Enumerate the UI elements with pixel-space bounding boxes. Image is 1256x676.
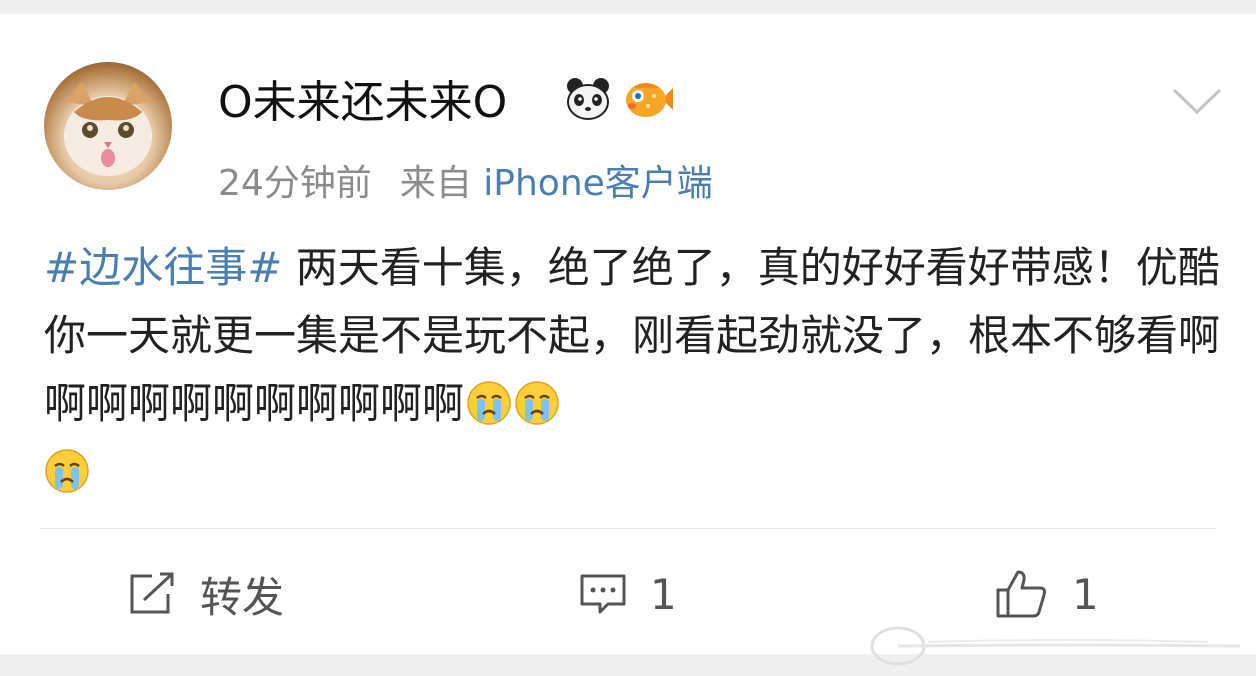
crying-emoji-icon: [45, 449, 89, 493]
divider: [40, 528, 1216, 529]
post-content: #边水往事# 两天看十集，绝了绝了，真的好好看好带感！优酷你一天就更一集是不是玩…: [44, 234, 1224, 506]
post-time: 24分钟前: [218, 163, 372, 204]
watermark-logo: [870, 626, 1241, 666]
like-count: 1: [1072, 569, 1099, 619]
post-card: O未来还未来O 24分钟前 来自 iPhone客户端 #边水往事# 两天看十集，绝…: [0, 14, 1256, 666]
repost-label: 转发: [200, 572, 285, 622]
thumbs-up-icon: [996, 570, 1046, 618]
post-meta: 24分钟前 来自 iPhone客户端: [218, 162, 713, 206]
source-client[interactable]: iPhone客户端: [483, 163, 713, 204]
avatar[interactable]: [44, 62, 172, 190]
crying-emoji-icon: [515, 381, 559, 425]
comment-button[interactable]: 1: [578, 564, 677, 624]
crying-emoji-icon: [467, 381, 511, 425]
repost-button[interactable]: 转发: [126, 564, 284, 624]
share-icon: [130, 572, 174, 614]
username[interactable]: O未来还未来O: [218, 78, 507, 128]
panda-badge-icon: [567, 78, 609, 120]
source-prefix: 来自: [399, 163, 472, 204]
like-button[interactable]: 1: [994, 564, 1099, 624]
comment-icon: [580, 574, 626, 614]
cat-avatar-image: [64, 82, 152, 176]
comment-count: 1: [650, 569, 677, 619]
topic-link[interactable]: #边水往事#: [44, 243, 282, 292]
chevron-down-icon[interactable]: [1170, 84, 1224, 118]
fish-badge-icon: [626, 83, 673, 117]
